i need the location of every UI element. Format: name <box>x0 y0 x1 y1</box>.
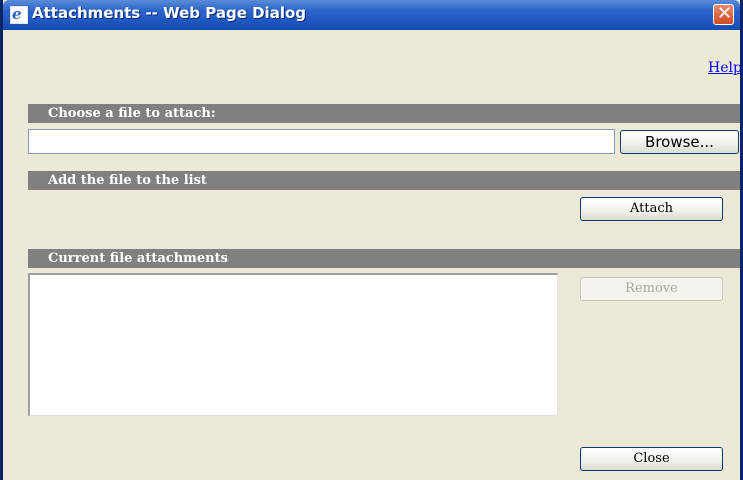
close-window-button[interactable]: ✕ <box>713 3 734 25</box>
section-add-file: Add the file to the list <box>28 171 740 190</box>
remove-button: Remove <box>580 277 723 301</box>
attachments-list[interactable] <box>28 273 558 416</box>
close-icon: ✕ <box>717 3 733 24</box>
close-button[interactable]: Close <box>580 447 723 471</box>
section-current-attachments: Current file attachments <box>28 249 740 268</box>
ie-icon: e <box>10 5 28 24</box>
section-choose-file: Choose a file to attach: <box>28 104 740 123</box>
title-bar[interactable]: e Attachments -- Web Page Dialog ✕ <box>3 0 740 30</box>
file-path-input[interactable] <box>28 129 615 154</box>
attach-button[interactable]: Attach <box>580 197 723 221</box>
help-link[interactable]: Help <box>708 60 742 76</box>
browse-button[interactable]: Browse... <box>620 130 739 154</box>
window-title: Attachments -- Web Page Dialog <box>32 4 307 22</box>
dialog-window: e Attachments -- Web Page Dialog ✕ Help … <box>0 0 743 480</box>
